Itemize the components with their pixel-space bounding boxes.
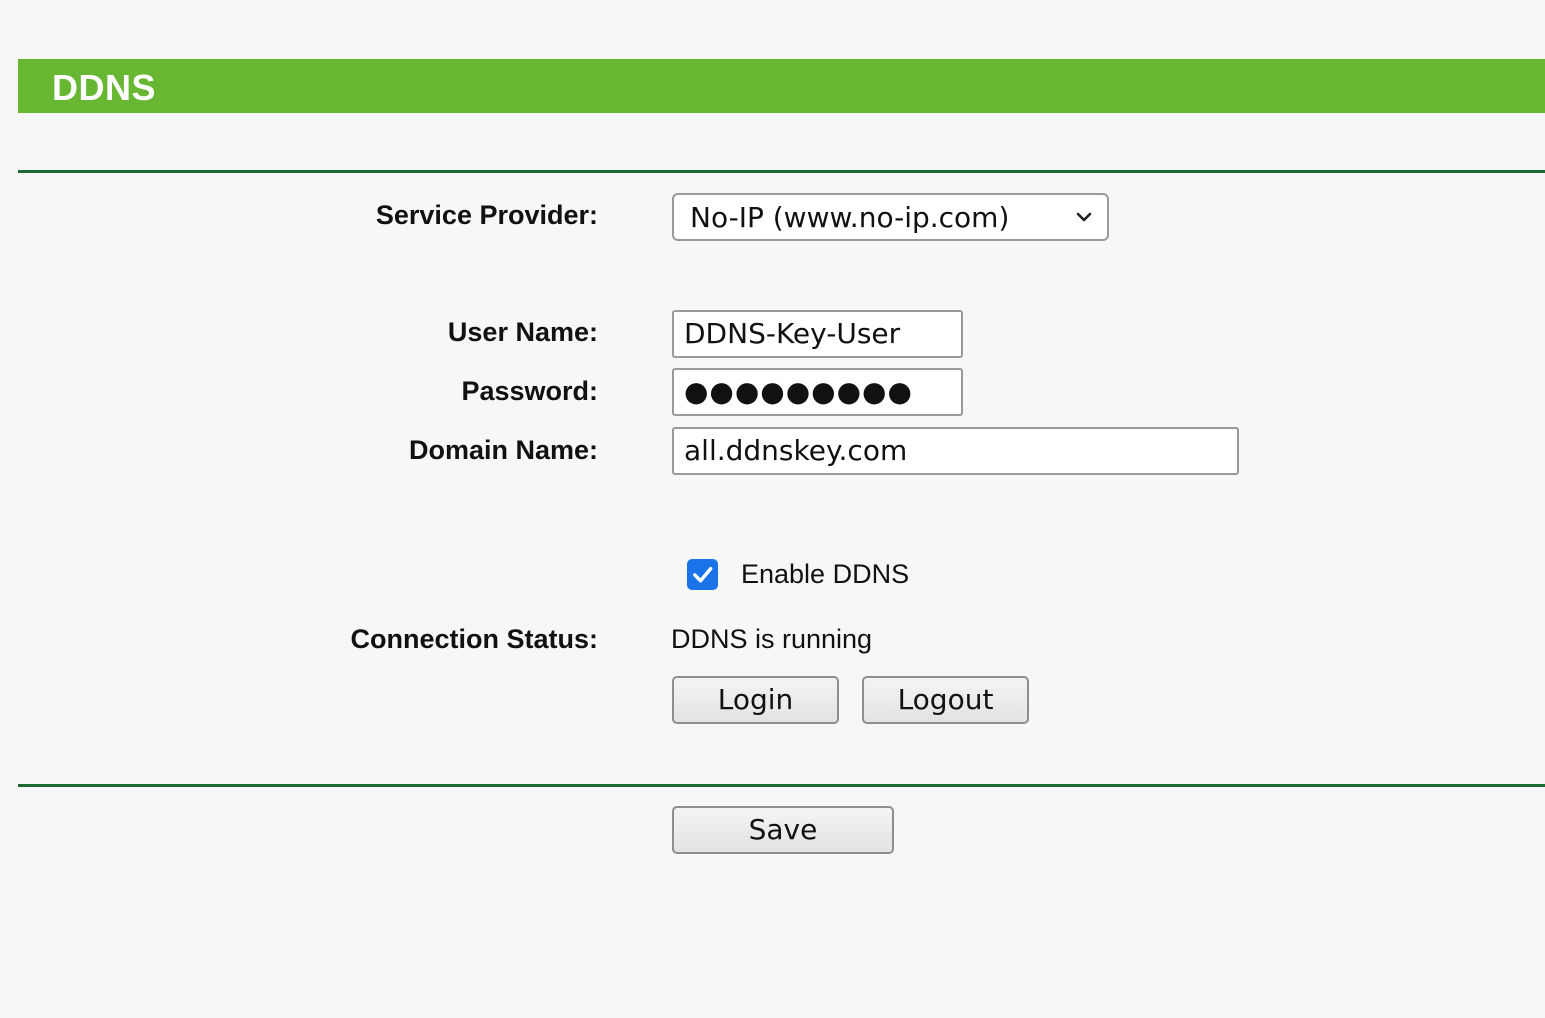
connection-status-value: DDNS is running bbox=[671, 624, 873, 654]
top-divider bbox=[18, 170, 1545, 173]
connection-status-label: Connection Status: bbox=[350, 624, 599, 654]
logout-button[interactable]: Logout bbox=[862, 676, 1029, 724]
chevron-down-icon bbox=[1076, 212, 1092, 222]
ddns-settings-page: DDNS Service Provider: No-IP (www.no-ip.… bbox=[0, 0, 1545, 1018]
domain-name-input[interactable]: all.ddnskey.com bbox=[672, 427, 1239, 475]
user-name-label: User Name: bbox=[447, 317, 598, 347]
user-name-input[interactable]: DDNS-Key-User bbox=[672, 310, 963, 358]
service-provider-select[interactable]: No-IP (www.no-ip.com) bbox=[672, 193, 1109, 241]
header-bar: DDNS bbox=[18, 59, 1545, 113]
enable-ddns-label[interactable]: Enable DDNS bbox=[741, 559, 909, 590]
service-provider-label: Service Provider: bbox=[375, 200, 598, 230]
login-button[interactable]: Login bbox=[672, 676, 839, 724]
page-title: DDNS bbox=[52, 67, 157, 108]
save-button[interactable]: Save bbox=[672, 806, 894, 854]
password-input[interactable]: ●●●●●●●●● bbox=[672, 368, 963, 416]
domain-name-label: Domain Name: bbox=[408, 435, 598, 465]
service-provider-selected-value: No-IP (www.no-ip.com) bbox=[690, 201, 1010, 234]
checkmark-icon bbox=[693, 567, 713, 583]
bottom-divider bbox=[18, 784, 1545, 787]
enable-ddns-checkbox[interactable] bbox=[687, 559, 718, 590]
password-label: Password: bbox=[461, 376, 598, 406]
